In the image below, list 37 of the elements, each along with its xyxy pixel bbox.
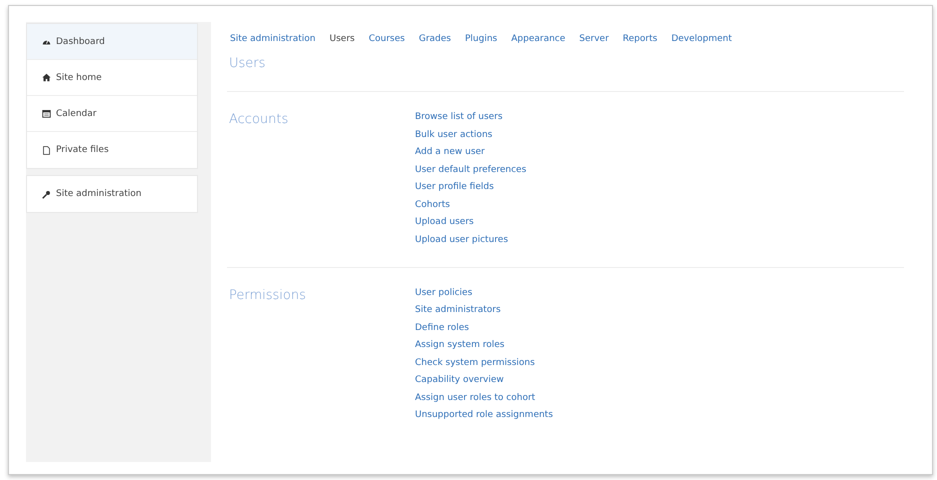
admin-link[interactable]: Define roles (415, 322, 553, 332)
admin-link[interactable]: Upload user pictures (415, 234, 526, 244)
admin-link[interactable]: User policies (415, 288, 553, 298)
tab[interactable]: Server (579, 34, 609, 44)
nav-item[interactable]: Calendar (27, 96, 197, 132)
admin-link[interactable]: Cohorts (415, 200, 526, 210)
admin-link[interactable]: Unsupported role assignments (415, 410, 553, 420)
tab[interactable]: Reports (622, 34, 658, 44)
admin-link[interactable]: Assign system roles (415, 340, 553, 350)
admin-link[interactable]: User profile fields (415, 182, 526, 192)
dashboard-icon (42, 37, 51, 46)
page-heading: Users (227, 52, 904, 92)
section-title: Accounts (229, 112, 290, 129)
admin-link[interactable]: Upload users (415, 217, 526, 227)
admin-link[interactable]: Add a new user (415, 147, 526, 157)
nav-item[interactable]: Site administration (27, 176, 197, 212)
file-icon (42, 146, 51, 154)
admin-link[interactable]: User default preferences (415, 164, 526, 174)
tab[interactable]: Site administration (230, 34, 316, 44)
tab[interactable]: Grades (418, 34, 451, 44)
tab[interactable]: Development (671, 34, 732, 44)
section-title: Permissions (229, 288, 307, 304)
tab[interactable]: Users (330, 34, 355, 44)
nav-item[interactable]: Dashboard (27, 24, 197, 60)
nav-item[interactable]: Site home (27, 60, 197, 96)
tab[interactable]: Appearance (511, 34, 566, 44)
tab[interactable]: Plugins (464, 34, 498, 44)
admin-link[interactable]: Capability overview (415, 375, 553, 385)
calendar-icon (42, 109, 51, 118)
admin-link[interactable]: Browse list of users (415, 112, 526, 122)
admin-link[interactable]: Site administrators (415, 305, 553, 315)
admin-link[interactable]: Assign user roles to cohort (415, 392, 553, 402)
home-icon (42, 73, 51, 82)
admin-link[interactable]: Bulk user actions (415, 130, 526, 140)
nav-item[interactable]: Private files (27, 132, 197, 168)
admin-link[interactable]: Check system permissions (415, 358, 553, 368)
tab[interactable]: Courses (368, 34, 405, 44)
